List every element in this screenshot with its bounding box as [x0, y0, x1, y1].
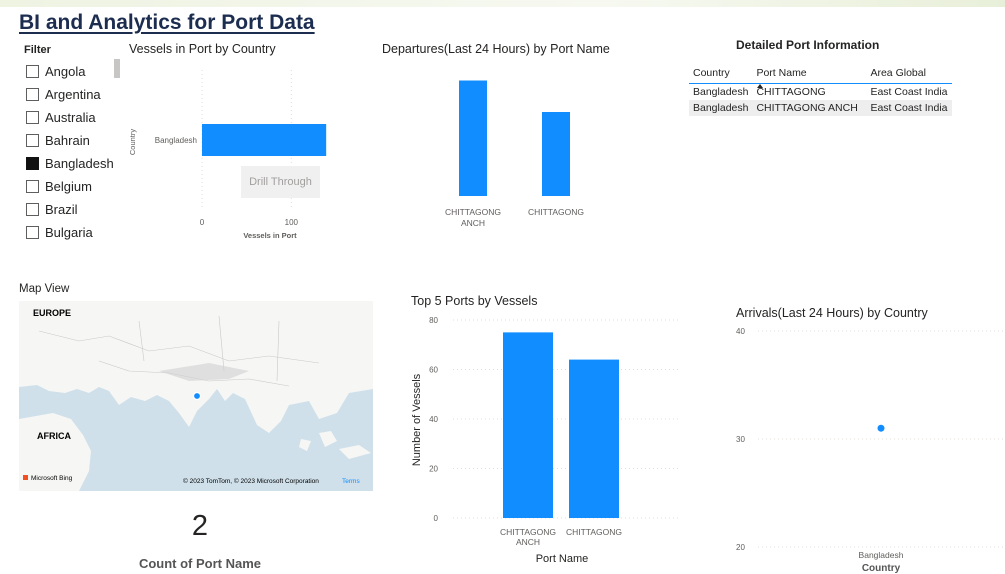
map-title: Map View [19, 283, 70, 295]
slicer-item-label: Bulgaria [45, 224, 93, 240]
arrivals-by-country-chart: 20 30 40 Bangladesh Country [736, 327, 1005, 574]
slicer-item-label: Bahrain [45, 132, 90, 148]
cell-country: Bangladesh [693, 86, 749, 98]
map-copyright: © 2023 TomTom, © 2023 Microsoft Corporat… [183, 477, 319, 485]
y-tick-label: 80 [429, 316, 438, 325]
x-tick-label: CHITTAGONG [500, 527, 556, 537]
checkbox-icon[interactable] [26, 179, 39, 193]
slicer-item-label: Angola [45, 63, 86, 79]
map-view[interactable]: EUROPE AFRICA Microsoft Bing © 2023 TomT… [19, 301, 373, 491]
departures-by-port-chart: CHITTAGONGANCHCHITTAGONG [445, 80, 584, 228]
y-axis-label: Number of Vessels [411, 373, 423, 466]
cell-port-name: CHITTAGONG ANCH [752, 100, 867, 116]
col-header-port-name[interactable]: Port Name [752, 64, 867, 88]
arrivals-chart-title: Arrivals(Last 24 Hours) by Country [736, 306, 928, 320]
table-row[interactable]: Bangladesh CHITTAGONG ANCH East Coast In… [689, 100, 952, 116]
detail-table-title: Detailed Port Information [736, 38, 880, 52]
col-header-area-global[interactable]: Area Global [866, 64, 952, 84]
kpi-label: Count of Port Name [138, 556, 262, 571]
slicer-item-bahrain[interactable]: Bahrain [26, 129, 90, 151]
map-label-europe: EUROPE [33, 308, 71, 318]
x-axis-label: Country [862, 563, 901, 574]
slicer-item-angola[interactable]: Angola [26, 60, 85, 82]
y-tick-label: 30 [736, 435, 745, 444]
slicer-item-label: Argentina [45, 86, 101, 102]
data-point[interactable] [877, 424, 885, 432]
x-axis-label: Vessels in Port [243, 231, 297, 240]
detail-table-header: Country Port Name Area Global [689, 64, 952, 88]
slicer-item-label: Australia [45, 109, 96, 125]
y-axis-label: Country [128, 129, 137, 156]
sort-ascending-icon [757, 84, 764, 88]
y-tick-label: 40 [736, 327, 745, 336]
slicer-scrollbar[interactable] [114, 59, 120, 78]
slicer-item-belgium[interactable]: Belgium [26, 175, 92, 197]
x-tick-label: ANCH [461, 218, 485, 228]
x-tick-label: CHITTAGONG [445, 207, 501, 217]
bar[interactable] [202, 124, 327, 156]
bar[interactable] [503, 332, 553, 518]
x-tick-label: ANCH [516, 537, 540, 547]
kpi-value: 2 [191, 510, 209, 542]
map-terms-link: Terms [342, 478, 360, 485]
slicer-item-label: Belgium [45, 178, 92, 194]
y-tick-label: 60 [429, 366, 438, 375]
vessels-chart-title: Vessels in Port by Country [129, 42, 276, 56]
checkbox-icon[interactable] [26, 133, 39, 147]
x-tick-label: CHITTAGONG [566, 527, 622, 537]
x-tick-label: Bangladesh [859, 550, 904, 560]
slicer-item-australia[interactable]: Australia [26, 106, 96, 128]
vessels-by-country-chart: 0 100 Bangladesh Vessels in Port Country [128, 70, 327, 240]
x-tick-label: 0 [200, 218, 205, 227]
top-band [0, 0, 1005, 7]
table-row[interactable]: Bangladesh CHITTAGONG East Coast India [689, 84, 952, 101]
x-tick-label: CHITTAGONG [528, 207, 584, 217]
y-tick-label: 20 [429, 465, 438, 474]
map-canvas: EUROPE AFRICA Microsoft Bing © 2023 TomT… [19, 301, 373, 491]
detail-table: Country Port Name Area Global Bangladesh… [689, 64, 952, 116]
bar[interactable] [459, 80, 487, 197]
bing-logo-icon [23, 475, 28, 480]
checkbox-icon[interactable] [26, 202, 39, 216]
slicer-item-label: Bangladesh [45, 155, 114, 171]
map-label-africa: AFRICA [37, 431, 71, 441]
cell-area-global: East Coast India [866, 100, 952, 116]
x-tick-label: 100 [285, 218, 299, 227]
departures-chart-title: Departures(Last 24 Hours) by Port Name [382, 42, 610, 56]
drill-through-button[interactable]: Drill Through [241, 166, 320, 198]
map-bing-label: Microsoft Bing [31, 475, 73, 482]
checkbox-checked-icon[interactable] [26, 156, 39, 170]
checkbox-icon[interactable] [26, 110, 39, 124]
cell-port-name: CHITTAGONG [756, 86, 826, 98]
y-tick-label: Bangladesh [155, 136, 197, 145]
cell-area-global: East Coast India [870, 86, 948, 98]
checkbox-icon[interactable] [26, 87, 39, 101]
cell-country: Bangladesh [689, 100, 753, 116]
top5-chart-title: Top 5 Ports by Vessels [411, 294, 538, 308]
slicer-item-brazil[interactable]: Brazil [26, 198, 78, 220]
page-title: BI and Analytics for Port Data [19, 11, 315, 34]
slicer-item-label: Brazil [45, 201, 78, 217]
y-tick-label: 20 [736, 543, 745, 552]
checkbox-icon[interactable] [26, 225, 39, 239]
slicer-item-bangladesh[interactable]: Bangladesh [26, 152, 114, 174]
y-tick-label: 40 [429, 415, 438, 424]
top5-ports-chart: 020406080CHITTAGONGANCHCHITTAGONGPort Na… [411, 316, 680, 565]
bar[interactable] [542, 112, 570, 196]
slicer-item-argentina[interactable]: Argentina [26, 83, 101, 105]
filter-title: Filter [24, 44, 51, 56]
y-tick-label: 0 [434, 514, 439, 523]
bar[interactable] [569, 359, 619, 518]
slicer-item-bulgaria[interactable]: Bulgaria [26, 221, 93, 243]
checkbox-icon[interactable] [26, 64, 39, 78]
map-port-marker[interactable] [192, 391, 202, 401]
x-axis-label: Port Name [536, 553, 589, 565]
col-header-country[interactable]: Country [689, 64, 753, 84]
